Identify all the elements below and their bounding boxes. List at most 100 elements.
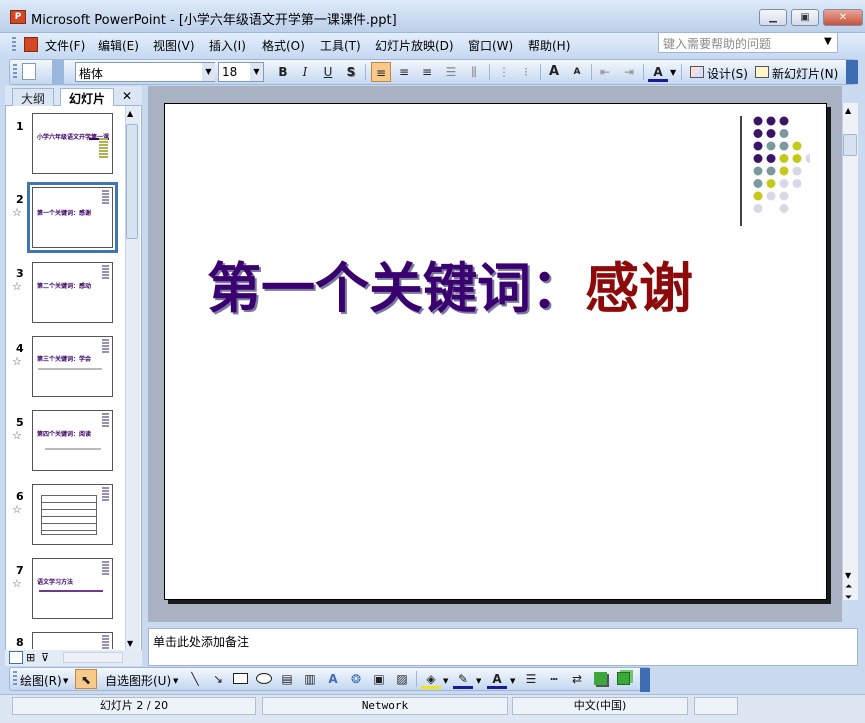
line-color-icon[interactable]: ✎ [453,669,473,689]
toolbar-options-icon[interactable] [52,60,64,84]
menu-grip[interactable] [12,37,16,53]
arrow-icon[interactable]: ↘ [208,669,228,689]
scroll-down-icon[interactable]: ▼ [127,639,133,648]
chevron-down-icon[interactable]: ▼ [476,677,481,685]
decrease-font-button[interactable]: A [567,62,587,82]
slide-thumbnail-1[interactable]: 小学六年级语文开学第一课 [32,113,113,174]
previous-slide-icon[interactable]: ⏶ [845,583,852,592]
design-icon[interactable] [690,66,704,78]
align-center-button[interactable]: ≡ [394,62,414,82]
slide-thumbnail-8[interactable] [32,632,113,649]
menu-file[interactable]: 文件(F) [45,37,85,54]
font-color-button[interactable]: A [648,62,668,82]
menu-insert[interactable]: 插入(I) [209,37,246,54]
slide-thumbnail-7[interactable]: 语文学习方法 [32,558,113,619]
diagram-icon[interactable]: ❂ [346,669,366,689]
design-button[interactable]: 设计(S) [707,65,748,82]
draw-menu-button[interactable]: 绘图(R) [20,672,62,689]
horizontal-scrollbar[interactable] [63,652,123,663]
menu-window[interactable]: 窗口(W) [468,37,513,54]
slide-thumbnail-5[interactable]: 第四个关键词：阅读 [32,410,113,471]
close-pane-icon[interactable]: ✕ [122,89,132,103]
minimize-button[interactable]: ▁ [759,9,787,26]
bold-button[interactable]: B [273,62,293,82]
slide-sorter-view-icon[interactable]: ⊞ [26,651,35,664]
slide-scrollbar[interactable] [842,103,858,600]
align-right-button[interactable]: ≡ [417,62,437,82]
slide-thumbnail-6[interactable] [32,484,113,545]
chevron-down-icon[interactable]: ▼ [824,36,832,47]
picture-icon[interactable]: ▨ [392,669,412,689]
help-search-input[interactable]: 键入需要帮助的问题 [658,32,838,53]
slide-thumbnail-3[interactable]: 第二个关键词：感动 [32,262,113,323]
italic-button[interactable]: I [295,62,315,82]
line-icon[interactable]: ╲ [185,669,205,689]
tab-slides[interactable]: 幻灯片 [60,88,115,106]
3d-style-icon[interactable] [617,672,630,685]
shadow-style-icon[interactable] [594,672,607,685]
close-button[interactable]: ✕ [823,9,863,26]
toolbar-options-icon[interactable] [640,668,650,692]
toolbar-grip[interactable] [13,64,17,80]
bullet-list-icon[interactable]: ⁝ [516,62,536,82]
wordart-icon[interactable]: A [323,669,343,689]
increase-font-button[interactable]: A [544,62,564,82]
new-file-icon[interactable] [22,63,36,80]
fill-color-icon[interactable]: ◈ [421,669,441,689]
dash-style-icon[interactable]: ┅ [544,669,564,689]
justify-button[interactable]: ☰ [441,62,461,82]
arrow-style-icon[interactable]: ⇄ [567,669,587,689]
scroll-up-icon[interactable]: ▲ [845,106,851,115]
chevron-down-icon[interactable]: ▼ [173,677,178,685]
chevron-down-icon[interactable]: ▼ [670,68,676,77]
font-name-select[interactable]: 楷体 [75,62,215,82]
oval-icon[interactable] [256,673,272,684]
scroll-down-icon[interactable]: ▼ [845,571,851,580]
toolbar-grip[interactable] [13,671,17,687]
next-slide-icon[interactable]: ⏷ [845,594,852,603]
powerpoint-icon[interactable]: P [10,10,26,24]
chevron-down-icon[interactable]: ▼ [202,63,215,81]
normal-view-icon[interactable] [9,651,23,664]
toolbar-options-icon[interactable] [846,60,858,84]
rectangle-icon[interactable] [233,673,248,684]
vertical-text-box-icon[interactable]: ▥ [300,669,320,689]
new-slide-icon[interactable] [755,66,769,78]
line-style-icon[interactable]: ☰ [521,669,541,689]
chevron-down-icon[interactable]: ▼ [443,677,448,685]
slideshow-view-icon[interactable]: ⊽ [41,651,49,664]
thumbnail-scroll-thumb[interactable] [126,124,138,239]
chevron-down-icon[interactable]: ▼ [250,63,263,81]
menu-edit[interactable]: 编辑(E) [98,37,139,54]
slide-scroll-thumb[interactable] [843,134,857,156]
new-slide-button[interactable]: 新幻灯片(N) [772,65,838,82]
maximize-button[interactable]: ▣ [791,9,819,26]
slide-thumbnail-4[interactable]: 第三个关键词：学会 [32,336,113,397]
notes-input[interactable]: 单击此处添加备注 [148,628,858,666]
align-left-button[interactable]: ≡ [371,62,391,82]
shadow-button[interactable]: S [341,62,361,82]
chevron-down-icon[interactable]: ▼ [510,677,515,685]
document-icon[interactable] [24,37,38,52]
select-objects-icon[interactable]: ⬉ [75,669,97,689]
current-slide[interactable]: 第一个关键词：感谢 [164,103,827,600]
clip-art-icon[interactable]: ▣ [369,669,389,689]
autoshapes-menu-button[interactable]: 自选图形(U) [105,672,171,689]
menu-help[interactable]: 帮助(H) [528,37,570,54]
numbered-list-icon[interactable]: ⋮ [494,62,514,82]
distribute-button[interactable]: ⫼ [464,62,484,82]
tab-outline[interactable]: 大纲 [12,88,55,106]
underline-button[interactable]: U [318,62,338,82]
menu-slideshow[interactable]: 幻灯片放映(D) [375,37,454,54]
scroll-up-icon[interactable]: ▲ [127,109,133,118]
increase-indent-icon[interactable]: ⇥ [619,62,639,82]
slide-title[interactable]: 第一个关键词：感谢 [207,244,693,323]
chevron-down-icon[interactable]: ▼ [63,677,68,685]
slide-thumbnail-2[interactable]: 第一个关键词：感谢 [27,182,118,253]
menu-tools[interactable]: 工具(T) [320,37,361,54]
text-box-icon[interactable]: ▤ [277,669,297,689]
decrease-indent-icon[interactable]: ⇤ [595,62,615,82]
font-color-icon[interactable]: A [487,669,507,689]
menu-format[interactable]: 格式(O) [262,37,305,54]
menu-view[interactable]: 视图(V) [153,37,195,54]
